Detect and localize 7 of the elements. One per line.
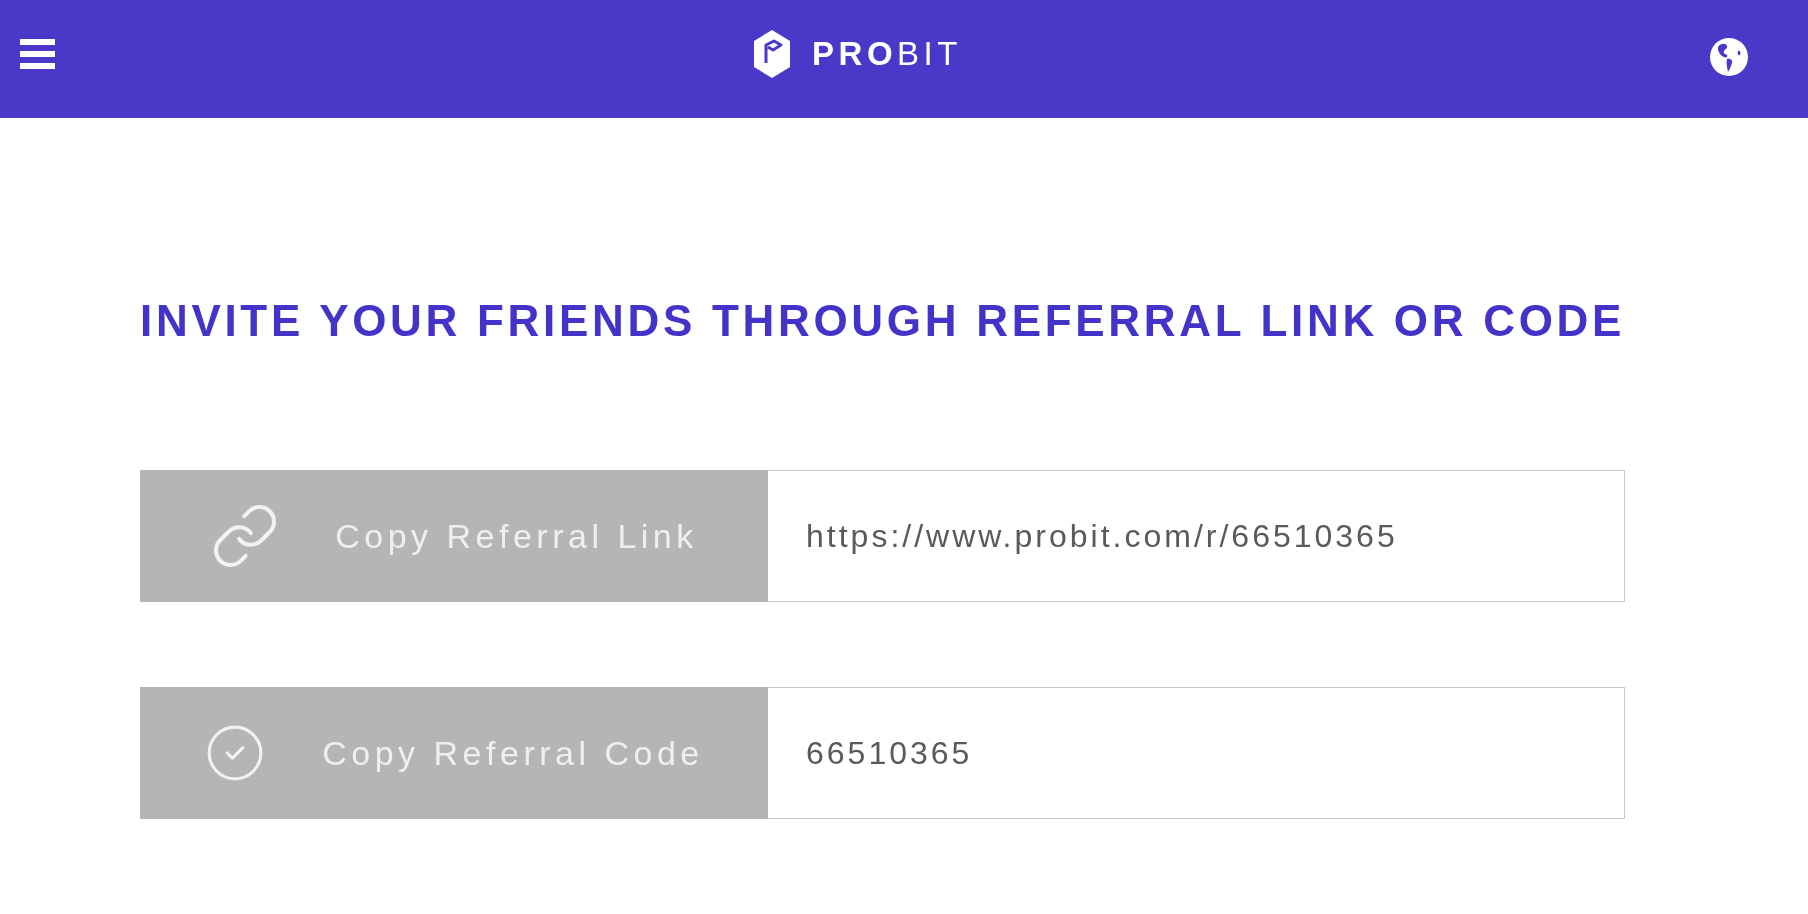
code-field[interactable]: 66510365	[768, 687, 1625, 819]
page-title: INVITE YOUR FRIENDS THROUGH REFERRAL LINK OR CODE	[140, 299, 1625, 343]
logo-icon	[754, 30, 791, 78]
logo-text: PROBIT	[812, 34, 962, 74]
menu-icon[interactable]	[20, 39, 55, 69]
globe-icon[interactable]	[1710, 38, 1748, 76]
link-field[interactable]: https://www.probit.com/r/66510365	[768, 470, 1625, 602]
